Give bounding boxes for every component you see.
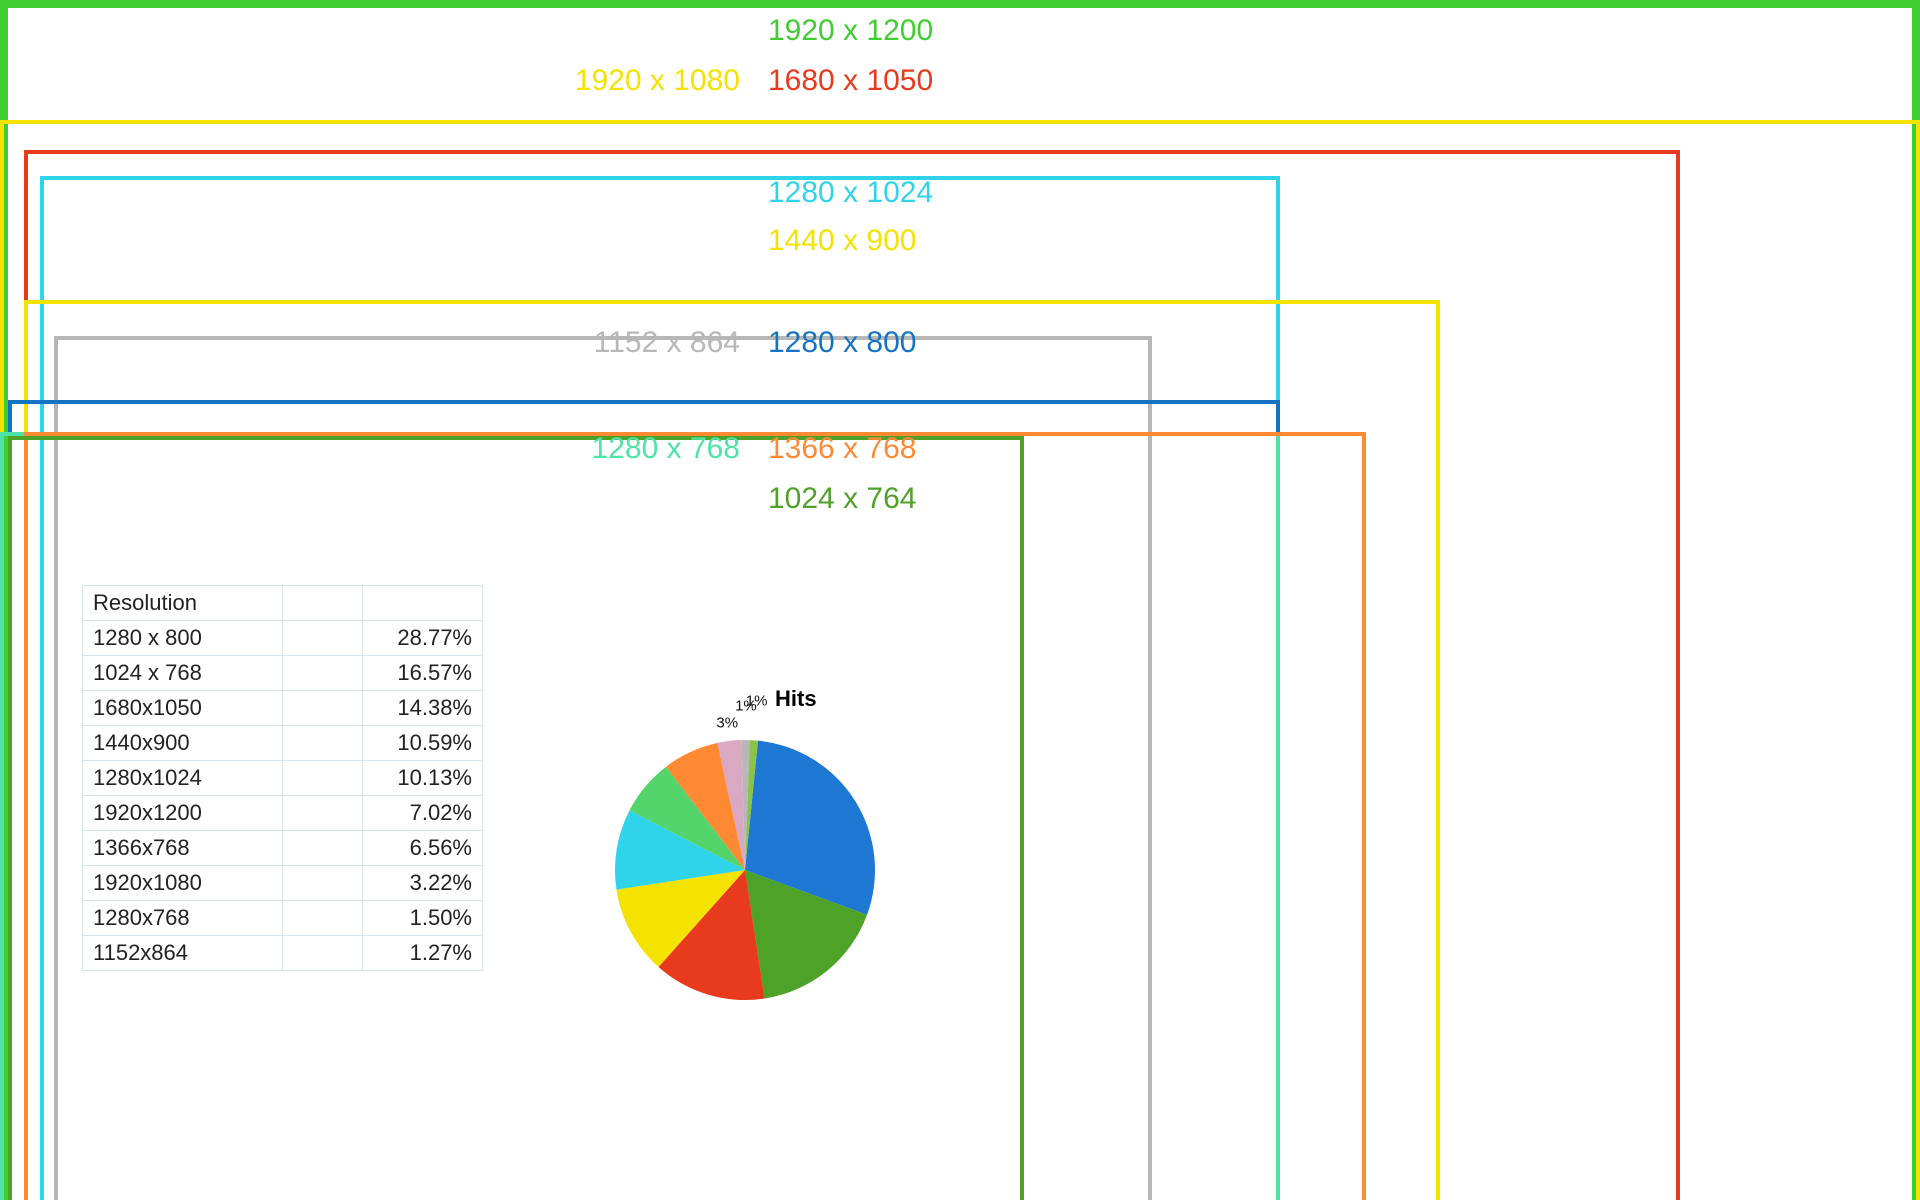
res-label: 1680 x 1050 [768, 64, 933, 98]
table-row: 1920x12007.02% [83, 796, 483, 831]
res-label: 1920 x 1080 [575, 64, 740, 98]
table-row: 1280x102410.13% [83, 761, 483, 796]
table-row: 1366x7686.56% [83, 831, 483, 866]
res-label: 1024 x 764 [768, 482, 916, 516]
table-row: 1920x10803.22% [83, 866, 483, 901]
res-label: 1440 x 900 [768, 224, 916, 258]
table-row: 1024 x 76816.57% [83, 656, 483, 691]
table-row: 1440x90010.59% [83, 726, 483, 761]
pie-slice-label: 11% [660, 900, 689, 917]
res-label: 1280 x 800 [768, 326, 916, 360]
res-label: 1366 x 768 [768, 432, 916, 466]
table-row: 1280x7681.50% [83, 901, 483, 936]
res-label: 1920 x 1200 [768, 14, 933, 48]
resolution-diagram: 1920 x 1200 1680 x 1050 1920 x 1080 1280 x … [0, 0, 1920, 1200]
pie-title: Hits [775, 686, 817, 712]
pie-slice-label: 3% [716, 714, 738, 731]
res-label: 1280 x 768 [592, 432, 740, 466]
pie-slice-label: 7% [687, 760, 709, 777]
pie-slice-label: 17% [781, 924, 811, 941]
res-label: 1280 x 1024 [768, 176, 933, 210]
table-row: 1152x8641.27% [83, 936, 483, 971]
table-header: Resolution [83, 586, 283, 621]
pie-slice-label: 14% [707, 939, 737, 956]
resolution-table: Resolution1280 x 80028.77%1024 x 76816.5… [82, 585, 483, 971]
pie-slice-label: 10% [650, 848, 680, 865]
table-row: 1680x105014.38% [83, 691, 483, 726]
pie-slice-label: 7% [664, 803, 686, 820]
pie-slice-label: 1% [746, 693, 768, 710]
table-row: 1280 x 80028.77% [83, 621, 483, 656]
res-label: 1152 x 864 [594, 326, 740, 360]
pie-slice-label: 29% [796, 820, 826, 837]
